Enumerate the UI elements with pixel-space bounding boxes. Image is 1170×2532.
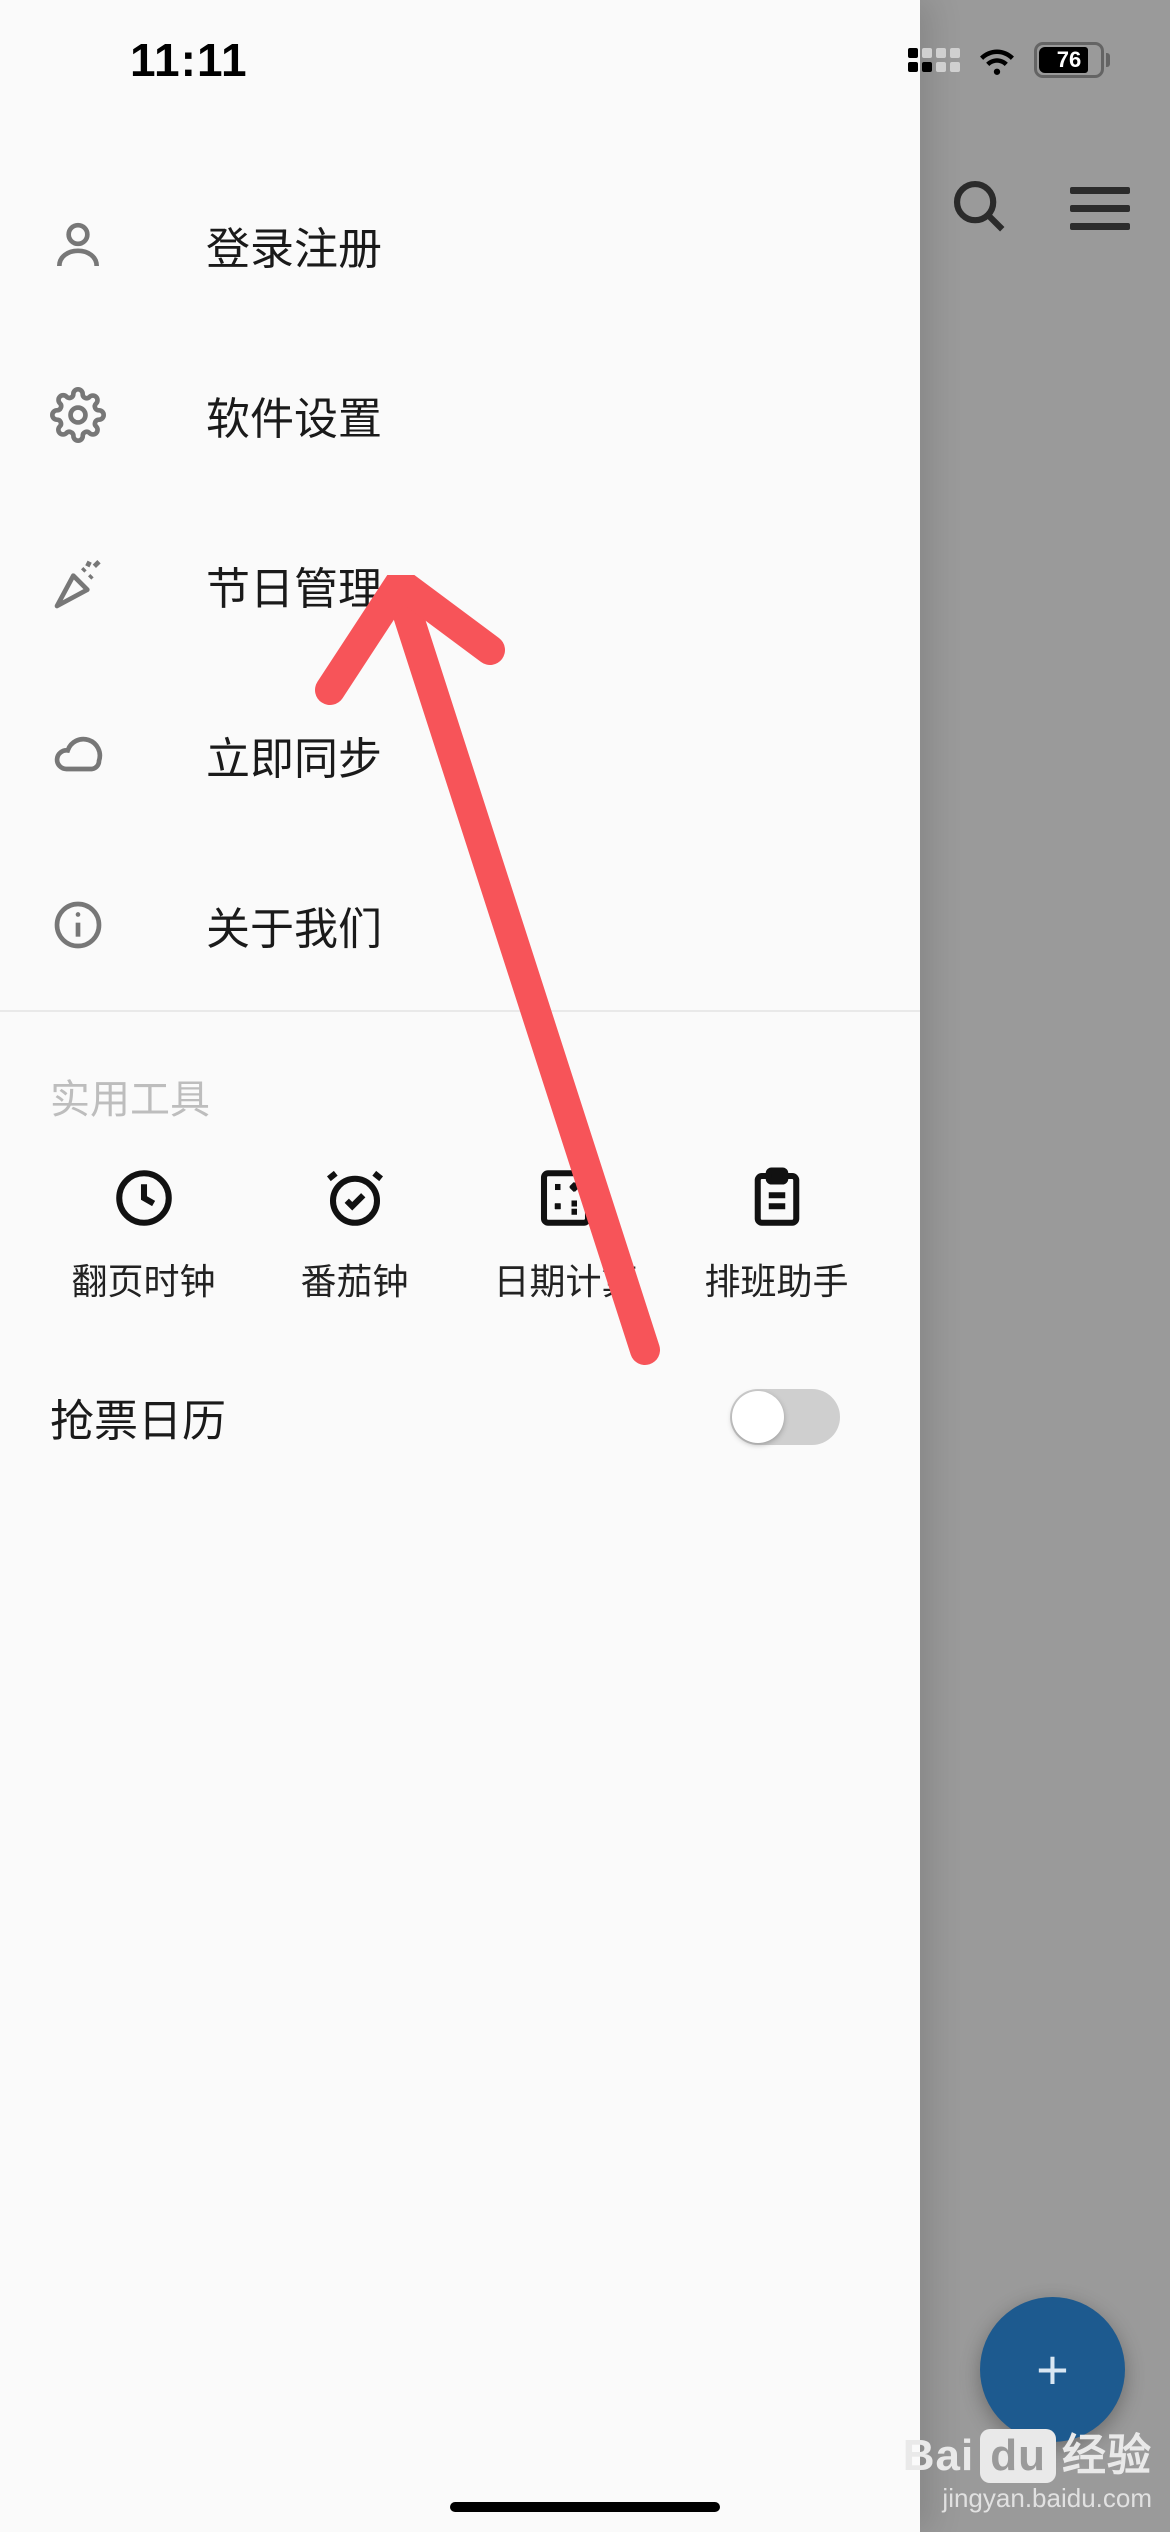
calculator-icon	[533, 1165, 599, 1231]
plus-icon: +	[1036, 2337, 1069, 2402]
party-icon	[50, 557, 106, 613]
status-time: 11:11	[130, 33, 248, 87]
menu-item-about[interactable]: 关于我们	[0, 840, 920, 1010]
info-icon	[50, 897, 106, 953]
tools-section-title: 实用工具	[0, 1012, 920, 1165]
tool-label: 番茄钟	[300, 1253, 408, 1305]
tool-label: 日期计算	[493, 1253, 637, 1305]
tool-shift-helper[interactable]: 排班助手	[673, 1165, 880, 1305]
alarm-check-icon	[322, 1165, 388, 1231]
cloud-icon	[50, 727, 106, 783]
tool-flip-clock[interactable]: 翻页时钟	[40, 1165, 247, 1305]
watermark-url: jingyan.baidu.com	[903, 2483, 1152, 2514]
watermark: Baidu经验 jingyan.baidu.com	[903, 2419, 1152, 2514]
watermark-text: Bai	[903, 2431, 974, 2480]
menu-label: 节日管理	[206, 553, 382, 617]
watermark-text: 经验	[1062, 2431, 1152, 2480]
menu-label: 立即同步	[206, 723, 382, 787]
tool-label: 翻页时钟	[71, 1253, 215, 1305]
menu-item-sync[interactable]: 立即同步	[0, 670, 920, 840]
status-bar: 11:11 76	[0, 0, 1170, 120]
clipboard-icon	[744, 1165, 810, 1231]
menu-label: 关于我们	[206, 893, 382, 957]
tool-label: 排班助手	[704, 1253, 848, 1305]
ticket-toggle-switch[interactable]	[730, 1389, 840, 1445]
tool-pomodoro[interactable]: 番茄钟	[251, 1165, 458, 1305]
person-icon	[50, 217, 106, 273]
home-indicator	[450, 2502, 720, 2512]
menu-item-holiday[interactable]: 节日管理	[0, 500, 920, 670]
signal-icon	[908, 48, 960, 72]
ticket-calendar-row: 抢票日历	[0, 1305, 920, 1449]
search-icon[interactable]	[948, 175, 1010, 242]
watermark-text: du	[980, 2429, 1056, 2483]
side-drawer: 登录注册 软件设置 节日管理	[0, 0, 920, 2532]
wifi-icon	[976, 39, 1018, 81]
clock-icon	[111, 1165, 177, 1231]
battery-percent: 76	[1057, 47, 1081, 73]
ticket-toggle-label: 抢票日历	[50, 1385, 226, 1449]
menu-item-login[interactable]: 登录注册	[0, 160, 920, 330]
menu-label: 登录注册	[206, 213, 382, 277]
tool-date-calc[interactable]: 日期计算	[462, 1165, 669, 1305]
menu-label: 软件设置	[206, 383, 382, 447]
menu-item-settings[interactable]: 软件设置	[0, 330, 920, 500]
battery-indicator: 76	[1034, 42, 1110, 78]
gear-icon	[50, 387, 106, 443]
menu-icon[interactable]	[1070, 187, 1130, 230]
